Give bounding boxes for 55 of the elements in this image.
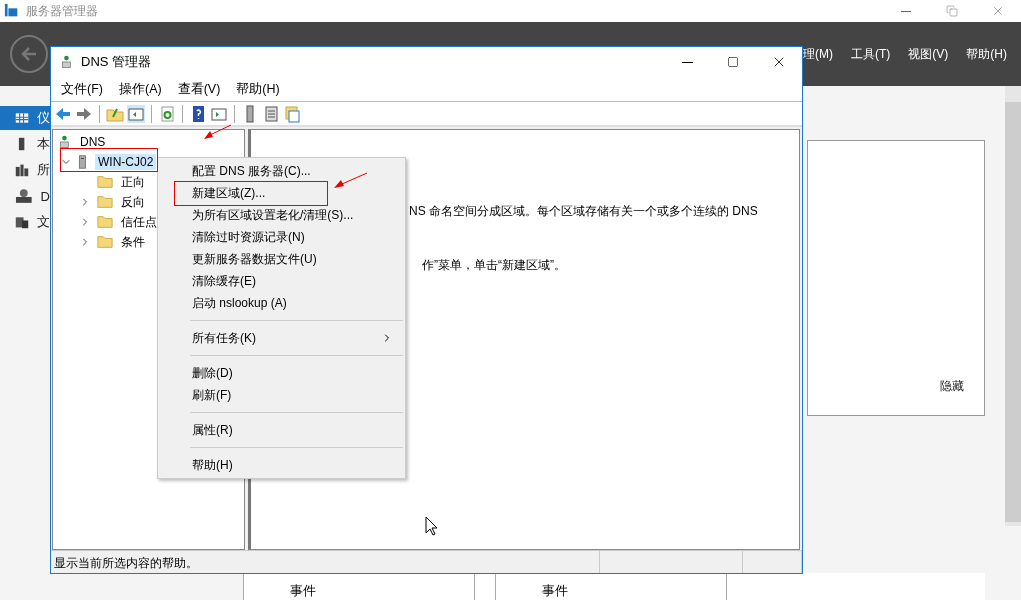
refresh-icon[interactable] — [158, 104, 176, 123]
tree-item[interactable]: WIN-CJ02 — [95, 154, 157, 170]
menu-item[interactable]: 视图(V) — [908, 45, 949, 63]
console-tree-icon[interactable] — [127, 104, 145, 123]
menu-item[interactable]: 工具(T) — [851, 45, 891, 63]
menu-item[interactable]: 为所有区域设置老化/清理(S)... — [160, 204, 403, 226]
maximize-icon — [727, 56, 739, 68]
tree-item[interactable]: 信任点 — [118, 212, 160, 232]
folder-icon — [96, 234, 114, 250]
annotation-arrow — [202, 124, 232, 141]
minimize-icon — [681, 61, 693, 63]
sidebar-item[interactable]: 所 — [0, 158, 50, 182]
menu-item[interactable]: 帮助(H) — [966, 45, 1007, 63]
menu-item[interactable]: 删除(D) — [160, 362, 403, 384]
back-button[interactable] — [10, 35, 48, 73]
folders-icon[interactable] — [283, 104, 301, 123]
folder-icon — [96, 174, 114, 190]
menu-item[interactable]: 查看(V) — [177, 80, 221, 98]
description-text: 作”菜单，单击“新建区域”。 — [421, 257, 567, 274]
folder-icon — [96, 214, 114, 230]
restore-icon — [946, 5, 958, 17]
menu-item[interactable]: 文件(F) — [61, 80, 103, 98]
menu-item[interactable]: 理(M) — [803, 45, 833, 63]
window-title: 服务器管理器 — [26, 2, 98, 20]
sidebar-item[interactable]: 文 — [0, 210, 50, 234]
close-icon — [991, 4, 1005, 18]
hide-link[interactable]: 隐藏 — [940, 378, 964, 395]
list-icon[interactable] — [262, 104, 280, 123]
scrollbar[interactable] — [1005, 86, 1021, 526]
menu-item[interactable]: 配置 DNS 服务器(C)... — [160, 160, 403, 182]
sidebar-item[interactable]: 本 — [0, 132, 50, 156]
menu-item[interactable]: 操作(A) — [118, 80, 162, 98]
tree-item[interactable]: DNS — [77, 134, 109, 150]
menu-item[interactable]: 刷新(F) — [160, 384, 403, 406]
menu-item[interactable]: 帮助(H) — [160, 454, 403, 476]
menu-item[interactable]: 帮助(H) — [236, 80, 280, 98]
sidebar-item[interactable]: 仪 — [0, 106, 50, 130]
menu-item[interactable]: 清除缓存(E) — [160, 270, 403, 292]
minimize-icon — [901, 10, 911, 12]
folder-icon — [96, 194, 114, 210]
window-title: DNS 管理器 — [81, 53, 152, 71]
sidebar-item[interactable]: D — [0, 184, 50, 208]
tree-item[interactable]: 条件 — [118, 232, 148, 252]
cursor-icon — [425, 516, 438, 536]
tree-item[interactable]: 反向 — [118, 192, 148, 212]
app-icon — [4, 3, 20, 19]
menu-item[interactable]: 启动 nslookup (A) — [160, 292, 403, 314]
menu-item[interactable]: 所有任务(K) — [160, 327, 403, 349]
description-text: NS 命名空间分成区域。每个区域存储有关一个或多个连续的 DNS — [409, 203, 759, 220]
annotation-arrow — [332, 172, 368, 190]
tree-item[interactable]: 正向 — [118, 172, 148, 192]
status-text: 显示当前所选内容的帮助。 — [51, 551, 600, 573]
menu-item[interactable]: 属性(R) — [160, 419, 403, 441]
menu-item[interactable]: 更新服务器数据文件(U) — [160, 248, 403, 270]
menu-item[interactable]: 清除过时资源记录(N) — [160, 226, 403, 248]
